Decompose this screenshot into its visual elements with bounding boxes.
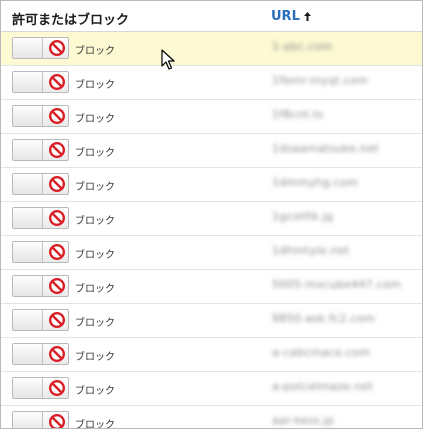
table-row[interactable]: ブロック 5005-mxcube447.com	[1, 270, 422, 304]
action-label: ブロック	[75, 284, 115, 295]
block-toggle[interactable]	[12, 343, 69, 365]
block-toggle[interactable]	[12, 377, 69, 399]
toggle-knob[interactable]	[13, 208, 43, 228]
block-icon	[48, 379, 66, 397]
toggle-knob[interactable]	[13, 310, 43, 330]
toggle-knob[interactable]	[13, 140, 43, 160]
block-icon	[48, 243, 66, 261]
site-url: 1dmmyhg.com	[272, 176, 359, 189]
block-icon	[48, 311, 66, 329]
column-header-url[interactable]: URL	[271, 9, 312, 24]
table-row[interactable]: ブロック 9850-ask.fc2.com	[1, 304, 422, 338]
toggle-knob[interactable]	[13, 344, 43, 364]
blocked-sites-panel: 許可またはブロック URL ブロック 1-abc.com ブロック 1fbmr-myq…	[0, 0, 423, 429]
table-header: 許可またはブロック URL	[1, 1, 422, 32]
toggle-knob[interactable]	[13, 412, 43, 428]
block-icon	[49, 414, 65, 428]
toggle-knob[interactable]	[13, 276, 43, 296]
toggle-knob[interactable]	[13, 106, 43, 126]
action-label: ブロック	[75, 250, 115, 261]
site-list: ブロック 1-abc.com ブロック 1fbmr-myqt.com ブロック 1f8cn…	[1, 32, 422, 429]
site-url: 1dsaamatsuke.net	[272, 142, 379, 155]
table-row[interactable]: ブロック 1f8cnt.ts	[1, 100, 422, 134]
action-label: ブロック	[75, 386, 115, 397]
site-url: a-cabcmace.com	[272, 346, 370, 359]
table-row[interactable]: ブロック aar-kess.jp	[1, 406, 422, 429]
block-toggle[interactable]	[12, 275, 69, 297]
sort-ascending-arrow-icon[interactable]	[303, 11, 312, 22]
block-toggle[interactable]	[12, 37, 69, 59]
site-url: 1gcotfik.jg	[272, 210, 334, 223]
toggle-knob[interactable]	[13, 174, 43, 194]
block-icon	[48, 345, 66, 363]
toggle-knob[interactable]	[13, 378, 43, 398]
action-label: ブロック	[75, 216, 115, 227]
action-label: ブロック	[75, 114, 115, 125]
block-icon	[48, 39, 66, 57]
action-label: ブロック	[75, 182, 115, 193]
site-url: a-potcelmaze.net	[272, 380, 373, 393]
block-icon	[48, 141, 66, 159]
block-toggle[interactable]	[12, 309, 69, 331]
column-header-action[interactable]: 許可またはブロック	[12, 9, 129, 28]
block-toggle[interactable]	[12, 207, 69, 229]
action-label: ブロック	[75, 80, 115, 91]
table-row[interactable]: ブロック 1gcotfik.jg	[1, 202, 422, 236]
table-row[interactable]: ブロック a-potcelmaze.net	[1, 372, 422, 406]
block-icon	[48, 73, 66, 91]
block-icon	[48, 277, 66, 295]
site-url: 1f8cnt.ts	[272, 108, 324, 121]
toggle-knob[interactable]	[13, 38, 43, 58]
action-label: ブロック	[75, 352, 115, 363]
action-label: ブロック	[75, 420, 115, 429]
action-label: ブロック	[75, 318, 115, 329]
site-url: 1dhmtyle.net	[272, 244, 350, 257]
table-row[interactable]: ブロック 1-abc.com	[1, 32, 422, 66]
action-label: ブロック	[75, 46, 115, 57]
site-url: 1-abc.com	[272, 40, 333, 53]
column-header-url-label[interactable]: URL	[271, 9, 300, 24]
block-toggle[interactable]	[12, 105, 69, 127]
table-row[interactable]: ブロック a-cabcmace.com	[1, 338, 422, 372]
block-icon	[48, 175, 66, 193]
site-url: 5005-mxcube447.com	[272, 278, 402, 291]
site-url: 9850-ask.fc2.com	[272, 312, 376, 325]
site-url: aar-kess.jp	[272, 414, 335, 427]
toggle-knob[interactable]	[13, 72, 43, 92]
block-icon	[48, 107, 66, 125]
table-row[interactable]: ブロック 1dhmtyle.net	[1, 236, 422, 270]
table-row[interactable]: ブロック 1dsaamatsuke.net	[1, 134, 422, 168]
block-toggle[interactable]	[12, 173, 69, 195]
toggle-knob[interactable]	[13, 242, 43, 262]
action-label: ブロック	[75, 148, 115, 159]
block-toggle[interactable]	[12, 71, 69, 93]
block-toggle[interactable]	[12, 411, 69, 428]
block-toggle[interactable]	[12, 241, 69, 263]
site-url: 1fbmr-myqt.com	[272, 74, 369, 87]
block-toggle[interactable]	[12, 139, 69, 161]
table-row[interactable]: ブロック 1dmmyhg.com	[1, 168, 422, 202]
table-row[interactable]: ブロック 1fbmr-myqt.com	[1, 66, 422, 100]
block-icon	[48, 209, 66, 227]
